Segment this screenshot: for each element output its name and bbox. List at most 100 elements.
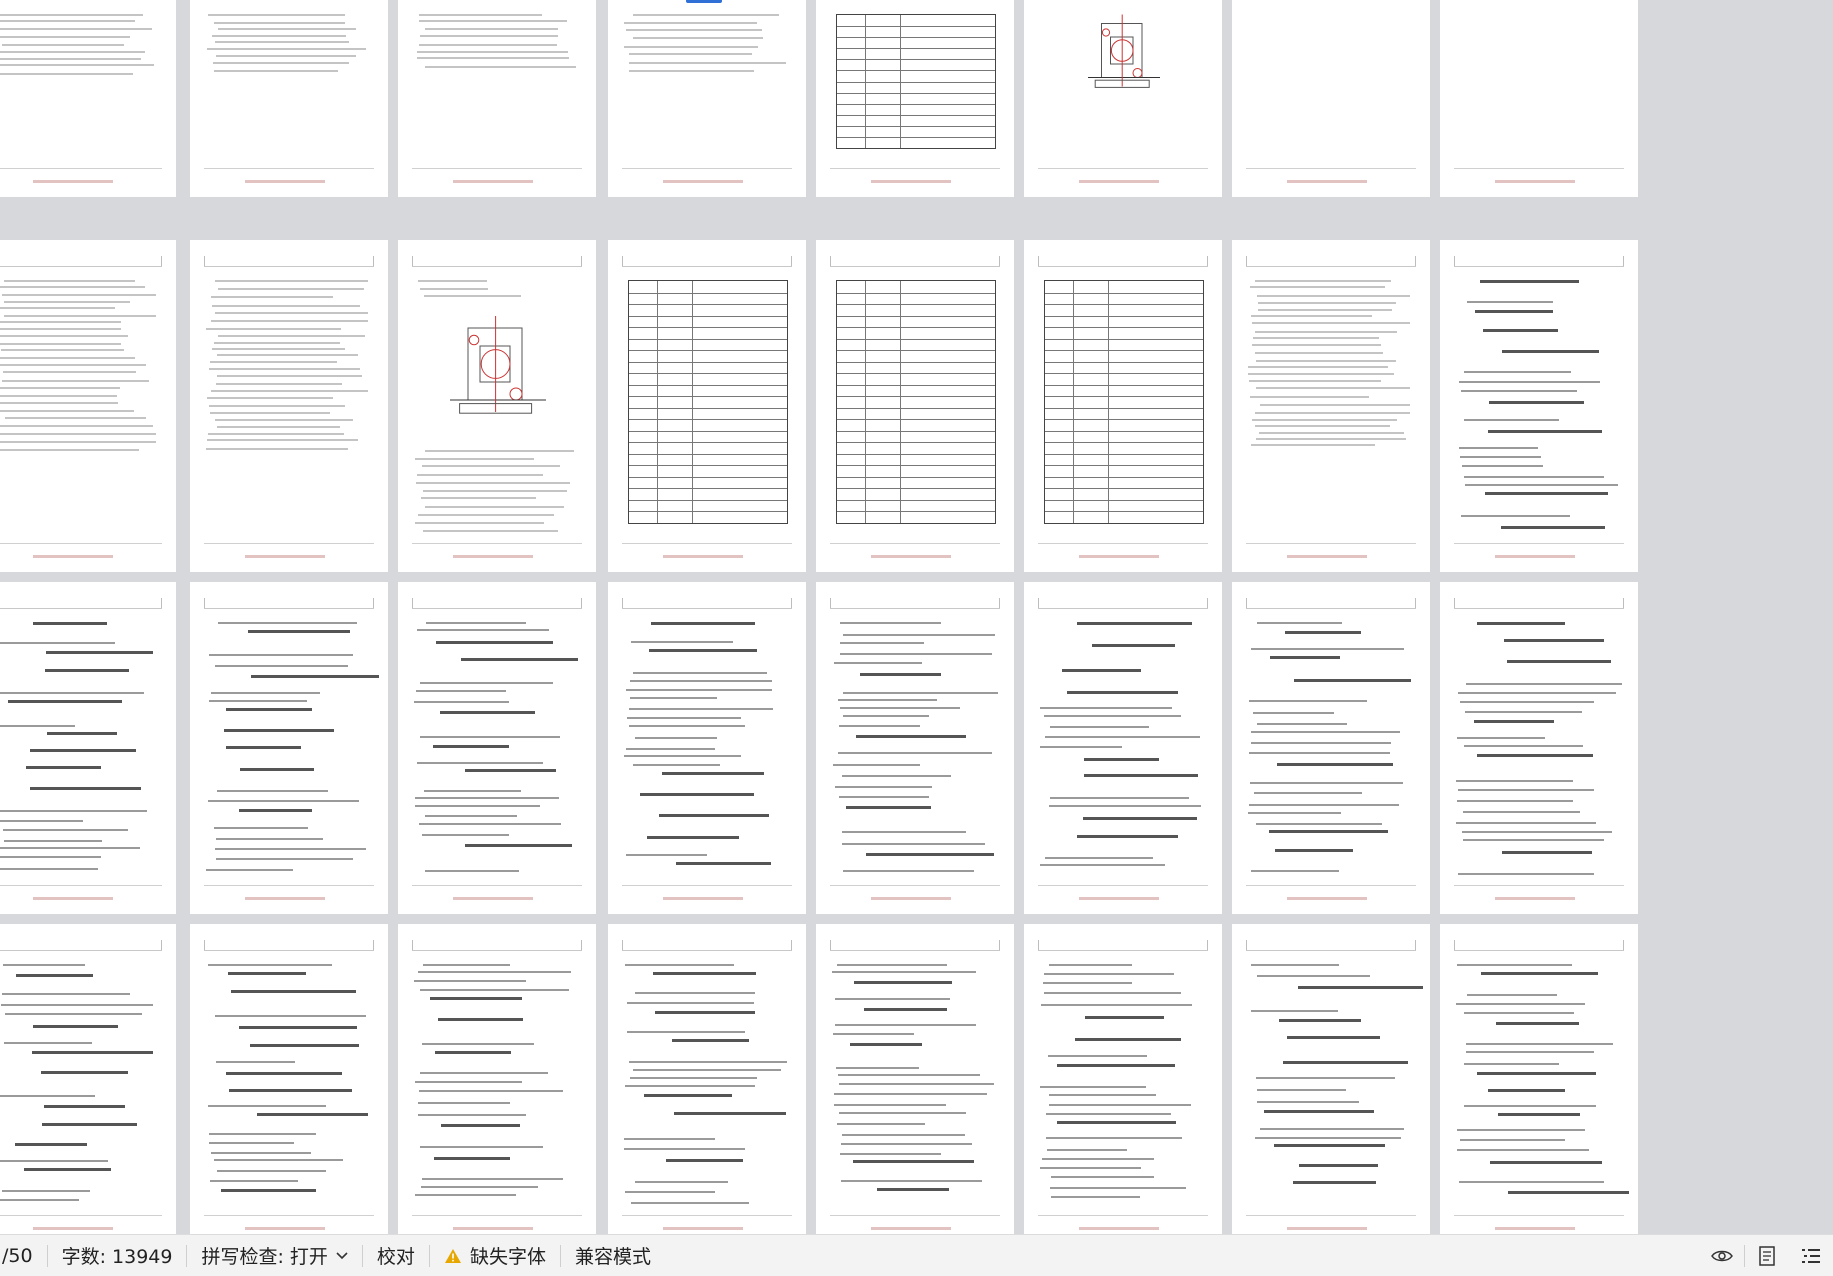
page-thumbnail[interactable] (398, 582, 596, 914)
page-thumbnail-grid[interactable] (0, 0, 1833, 1234)
page-thumbnail[interactable] (1440, 0, 1638, 197)
page-thumbnail[interactable] (608, 240, 806, 572)
page-thumbnail[interactable] (608, 924, 806, 1234)
page-thumbnail[interactable] (398, 240, 596, 572)
text-line (1466, 1042, 1613, 1045)
page-thumbnail[interactable] (1024, 240, 1222, 572)
page-thumbnail[interactable] (1440, 924, 1638, 1234)
page-thumbnail[interactable] (608, 0, 806, 197)
text-line (415, 481, 571, 484)
page-header-rule (411, 608, 583, 609)
page-header-rule (1623, 256, 1625, 266)
formula-line (876, 1187, 949, 1191)
page-thumbnail[interactable] (0, 240, 176, 572)
page-thumbnail[interactable] (190, 582, 388, 914)
word-count-label: 字数: 13949 (61, 1246, 173, 1268)
text-line (1463, 744, 1583, 747)
text-line (213, 61, 350, 64)
text-line (1457, 736, 1546, 739)
page-thumbnail[interactable] (190, 240, 388, 572)
page-thumbnail[interactable] (816, 0, 1014, 197)
document-view-icon[interactable] (1745, 1235, 1789, 1276)
formula-line (1507, 1191, 1629, 1195)
page-thumbnail[interactable] (816, 240, 1014, 572)
page-header-rule (373, 256, 375, 266)
page-thumbnail[interactable] (816, 582, 1014, 914)
word-count[interactable]: 字数: 13949 (48, 1235, 187, 1276)
page-thumbnail[interactable] (190, 0, 388, 197)
text-line (209, 1141, 294, 1144)
page-header-rule (203, 256, 205, 266)
text-line (1458, 381, 1600, 384)
page-thumbnail[interactable] (608, 582, 806, 914)
text-line (624, 1137, 716, 1140)
page-footer-rule (203, 885, 375, 886)
page-thumbnail[interactable] (190, 924, 388, 1234)
formula-line (865, 853, 994, 857)
text-line (422, 465, 561, 468)
outline-list-icon[interactable] (1789, 1235, 1833, 1276)
page-count[interactable]: /50 (0, 1235, 47, 1276)
formula-line (227, 971, 306, 975)
text-line (1463, 370, 1572, 373)
text-line (213, 826, 309, 829)
text-line (0, 343, 122, 346)
table-row-line (628, 338, 788, 340)
text-line (629, 679, 773, 682)
text-line (217, 287, 365, 290)
table-col-line (1073, 281, 1075, 523)
text-line (1463, 811, 1581, 814)
text-line (0, 64, 155, 67)
technical-drawing (1088, 14, 1160, 88)
page-thumbnail[interactable] (1024, 924, 1222, 1234)
page-thumbnail[interactable] (1232, 924, 1430, 1234)
page-thumbnail[interactable] (1232, 582, 1430, 914)
table-row-line (1044, 419, 1204, 421)
page-thumbnail[interactable] (816, 924, 1014, 1234)
text-line (1251, 964, 1339, 966)
table-col-line (1108, 281, 1110, 523)
table-row-line (836, 26, 996, 28)
page-thumbnail[interactable] (1440, 582, 1638, 914)
page-thumbnail[interactable] (0, 0, 176, 197)
compat-mode-indicator[interactable]: 兼容模式 (561, 1235, 665, 1276)
text-line (839, 641, 924, 644)
text-line (425, 622, 526, 624)
text-line (1248, 379, 1381, 382)
table-col-line (900, 281, 902, 523)
missing-fonts-button[interactable]: 缺失字体 (430, 1235, 560, 1276)
text-line (1050, 1186, 1187, 1189)
text-line (215, 382, 343, 385)
text-line (0, 327, 122, 330)
page-thumbnail[interactable] (0, 582, 176, 914)
page-footer-rule (829, 1215, 1001, 1216)
page-header-rule (999, 598, 1001, 608)
formula-line (639, 793, 755, 797)
page-thumbnail[interactable] (1440, 240, 1638, 572)
text-line (1251, 870, 1339, 873)
page-thumbnail[interactable] (1232, 0, 1430, 197)
text-line (0, 432, 157, 435)
text-line (1249, 395, 1369, 398)
text-line (209, 1180, 299, 1183)
eye-icon[interactable] (1700, 1235, 1744, 1276)
text-line (1465, 483, 1619, 486)
text-line (217, 28, 356, 31)
spell-check-toggle[interactable]: 拼写检查: 打开 (187, 1235, 361, 1276)
page-thumbnail[interactable] (1024, 0, 1222, 197)
page-header-rule (581, 598, 583, 608)
table-row-line (628, 396, 788, 398)
formula-line (1293, 678, 1411, 682)
text-line (421, 1185, 538, 1188)
proofread-button[interactable]: 校对 (363, 1235, 429, 1276)
page-thumbnail[interactable] (1024, 582, 1222, 914)
formula-line (226, 707, 312, 711)
formula-line (1056, 1063, 1176, 1067)
page-thumbnail[interactable] (0, 924, 176, 1234)
page-thumbnail[interactable] (398, 924, 596, 1234)
page-footer-rule (829, 168, 1001, 169)
page-thumbnail[interactable] (398, 0, 596, 197)
table-row-line (836, 476, 996, 478)
page-thumbnail[interactable] (1232, 240, 1430, 572)
text-line (1456, 1003, 1585, 1006)
